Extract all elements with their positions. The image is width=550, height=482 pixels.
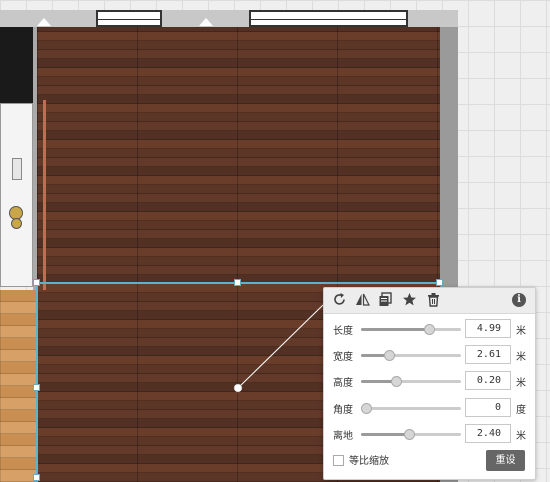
property-row-length: 长度 4.99 米: [324, 319, 535, 339]
height-input[interactable]: 0.20: [465, 371, 511, 390]
property-label: 角度: [333, 405, 353, 416]
trash-icon[interactable]: [425, 292, 442, 309]
slider-fill: [361, 433, 409, 436]
unit-label: 米: [516, 326, 526, 337]
panel-toolbar: i: [324, 288, 535, 314]
property-label: 离地: [333, 431, 353, 442]
unit-label: 米: [516, 352, 526, 363]
rotate-icon[interactable]: [331, 292, 348, 309]
elevation-slider[interactable]: [361, 429, 461, 440]
property-label: 长度: [333, 326, 353, 337]
length-input[interactable]: 4.99: [465, 319, 511, 338]
property-panel: i 长度 4.99 米宽度 2.61 米高度 0.20 米角度 0 度离地 2.40 米 等比缩放 …: [323, 287, 536, 480]
unit-label: 度: [516, 405, 526, 416]
slider-fill: [361, 328, 429, 331]
property-row-angle: 角度 0 度: [324, 398, 535, 418]
reset-button[interactable]: 重设: [486, 450, 525, 471]
angle-slider[interactable]: [361, 403, 461, 414]
property-row-height: 高度 0.20 米: [324, 371, 535, 391]
slider-thumb[interactable]: [361, 403, 372, 414]
property-label: 高度: [333, 378, 353, 389]
property-label: 宽度: [333, 352, 353, 363]
copy-icon[interactable]: [377, 292, 394, 309]
property-row-elevation: 离地 2.40 米: [324, 424, 535, 444]
proportional-scale-checkbox[interactable]: [333, 455, 344, 466]
width-slider[interactable]: [361, 350, 461, 361]
unit-label: 米: [516, 431, 526, 442]
slider-thumb[interactable]: [404, 429, 415, 440]
mirror-icon[interactable]: [354, 292, 371, 309]
slider-thumb[interactable]: [424, 324, 435, 335]
elevation-input[interactable]: 2.40: [465, 424, 511, 443]
anchor-dot: [233, 383, 243, 393]
slider-thumb[interactable]: [391, 376, 402, 387]
unit-label: 米: [516, 378, 526, 389]
property-row-width: 宽度 2.61 米: [324, 345, 535, 365]
angle-input[interactable]: 0: [465, 398, 511, 417]
proportional-scale-label: 等比缩放: [349, 456, 389, 467]
info-icon[interactable]: i: [512, 293, 526, 307]
height-slider[interactable]: [361, 376, 461, 387]
star-icon[interactable]: [401, 292, 418, 309]
length-slider[interactable]: [361, 324, 461, 335]
slider-thumb[interactable]: [384, 350, 395, 361]
width-input[interactable]: 2.61: [465, 345, 511, 364]
